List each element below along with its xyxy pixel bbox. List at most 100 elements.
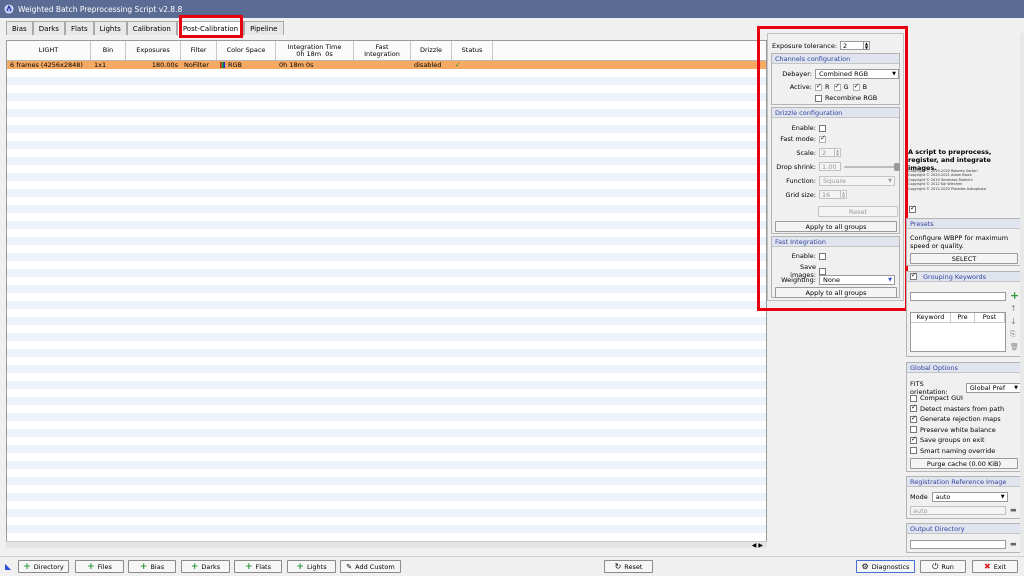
- table-row-empty: [7, 517, 766, 525]
- table-row-empty: [7, 421, 766, 429]
- grouping-checkbox[interactable]: [910, 271, 917, 280]
- horizontal-scrollbar[interactable]: ◀▶: [6, 541, 767, 549]
- copyright-line: Copyright © 2012-2020 Pleiades Astrophot…: [908, 186, 986, 191]
- fi-apply-button[interactable]: Apply to all groups: [775, 287, 897, 298]
- function-select[interactable]: Square ▼: [819, 176, 895, 186]
- kw-col-post[interactable]: Post: [975, 313, 1005, 322]
- scale-input[interactable]: 2: [819, 148, 835, 157]
- g-checkbox[interactable]: [833, 82, 841, 91]
- output-directory-title: Output Directory: [907, 524, 1021, 534]
- resize-corner-icon[interactable]: ◣: [5, 562, 11, 571]
- reset-button[interactable]: ↻ Reset: [604, 560, 653, 573]
- col-drizzle[interactable]: Drizzle: [411, 41, 452, 60]
- vertical-scrollbar[interactable]: [1020, 33, 1024, 553]
- rgb-icon: [220, 62, 225, 68]
- move-up-icon[interactable]: ↑: [1010, 304, 1017, 313]
- tab-pipeline[interactable]: Pipeline: [244, 21, 284, 35]
- purge-cache-button[interactable]: Purge cache (0.00 KiB): [910, 458, 1018, 469]
- col-status[interactable]: Status: [452, 41, 493, 60]
- exposure-spinner-icon[interactable]: ▲ ▼: [864, 41, 871, 50]
- drizzle-apply-button[interactable]: Apply to all groups: [775, 221, 897, 232]
- tab-lights[interactable]: Lights: [93, 21, 127, 35]
- debayer-select[interactable]: Combined RGB ▼: [815, 69, 899, 79]
- move-down-icon[interactable]: ↓: [1010, 317, 1017, 326]
- add-files-button[interactable]: + Files: [75, 560, 124, 573]
- scroll-arrows-icon[interactable]: ◀▶: [752, 542, 765, 549]
- grid-size-input[interactable]: 16: [819, 190, 841, 199]
- col-integration-time[interactable]: Integration Time 0h 18m 0s: [276, 41, 354, 60]
- diagnostics-button[interactable]: ⚙ Diagnostics: [856, 560, 915, 573]
- fits-orientation-select[interactable]: Global Pref ▼: [965, 383, 1021, 393]
- col-fast-integration[interactable]: Fast Integration: [354, 41, 411, 60]
- chevron-down-icon: ▼: [1000, 494, 1005, 500]
- table-row-empty: [7, 453, 766, 461]
- tab-flats[interactable]: Flats: [64, 21, 94, 35]
- logo-checkbox[interactable]: [909, 204, 916, 213]
- smart-naming-checkbox[interactable]: [910, 447, 917, 455]
- tab-post-calibration[interactable]: Post-Calibration: [176, 21, 245, 36]
- table-row-empty: [7, 133, 766, 141]
- output-directory-input[interactable]: [910, 540, 1006, 549]
- exposure-tolerance-input[interactable]: 2: [840, 41, 865, 50]
- drizzle-reset-button[interactable]: Reset: [818, 206, 898, 217]
- exit-button[interactable]: ✖ Exit: [972, 560, 1018, 573]
- fast-mode-checkbox[interactable]: [819, 134, 826, 143]
- col-color-space[interactable]: Color Space: [217, 41, 276, 60]
- scale-spinner-icon[interactable]: ▲ ▼: [835, 148, 841, 157]
- col-exposures[interactable]: Exposures: [126, 41, 181, 60]
- table-row[interactable]: 6 frames (4256x2848) 1x1 180.00s NoFilte…: [7, 61, 766, 69]
- add-darks-label: Darks: [201, 562, 221, 571]
- add-lights-button[interactable]: + Lights: [287, 560, 336, 573]
- drizzle-enable-checkbox[interactable]: [819, 124, 826, 132]
- tab-darks[interactable]: Darks: [32, 21, 65, 35]
- white-balance-checkbox[interactable]: [910, 426, 917, 434]
- rejection-maps-checkbox[interactable]: [910, 414, 917, 423]
- grid-spinner-icon[interactable]: ▲ ▼: [841, 190, 847, 199]
- keyword-input[interactable]: [910, 292, 1006, 301]
- cell-light: 6 frames (4256x2848): [10, 61, 83, 69]
- recombine-checkbox[interactable]: [815, 94, 822, 102]
- r-checkbox[interactable]: [815, 82, 822, 91]
- save-groups-checkbox[interactable]: [910, 435, 917, 444]
- col-bin[interactable]: Bin: [91, 41, 126, 60]
- copy-icon[interactable]: ⎘: [1010, 330, 1016, 339]
- fi-enable-checkbox[interactable]: [819, 252, 826, 260]
- add-custom-button[interactable]: ✎ Add Custom: [340, 560, 401, 573]
- frames-table[interactable]: LIGHT Bin Exposures Filter Color Space I…: [6, 40, 767, 548]
- add-keyword-icon[interactable]: +: [1010, 289, 1019, 302]
- drop-shrink-input[interactable]: 1.00: [819, 162, 841, 171]
- drop-shrink-slider[interactable]: [844, 162, 900, 171]
- fi-save-checkbox[interactable]: [819, 267, 826, 275]
- run-button[interactable]: ⏻ Run: [920, 560, 966, 573]
- b-checkbox[interactable]: [852, 82, 860, 91]
- table-row-empty: [7, 101, 766, 109]
- weighting-select[interactable]: None ▼: [819, 275, 895, 285]
- compact-gui-checkbox[interactable]: [910, 394, 917, 402]
- add-bias-button[interactable]: + Bias: [128, 560, 176, 573]
- col-filter[interactable]: Filter: [181, 41, 217, 60]
- detect-masters-checkbox[interactable]: [910, 403, 917, 413]
- col-light[interactable]: LIGHT: [7, 41, 91, 60]
- add-directory-button[interactable]: + Directory: [18, 560, 69, 573]
- folder-icon[interactable]: ▬: [1010, 540, 1017, 548]
- tab-bias[interactable]: Bias: [6, 21, 33, 35]
- mode-select[interactable]: auto ▼: [931, 492, 1008, 502]
- slider-knob[interactable]: [894, 162, 900, 171]
- exit-icon: ✖: [983, 562, 991, 571]
- kw-col-keyword[interactable]: Keyword: [911, 313, 951, 322]
- reference-path-input[interactable]: auto: [910, 506, 1006, 515]
- post-calibration-panel: Exposure tolerance: 2 ▲ ▼ Channels config…: [767, 33, 904, 301]
- add-darks-button[interactable]: + Darks: [181, 560, 230, 573]
- kw-col-pre[interactable]: Pre: [951, 313, 975, 322]
- tab-calibration[interactable]: Calibration: [126, 21, 177, 35]
- table-row-empty: [7, 485, 766, 493]
- cell-exposures: 180.00s: [151, 61, 178, 69]
- folder-icon[interactable]: ▬: [1010, 506, 1017, 514]
- add-lights-label: Lights: [306, 562, 327, 571]
- keywords-table[interactable]: Keyword Pre Post: [910, 312, 1006, 352]
- table-row-empty: [7, 357, 766, 365]
- presets-select-button[interactable]: SELECT: [910, 253, 1018, 264]
- add-flats-button[interactable]: + Flats: [234, 560, 282, 573]
- trash-icon[interactable]: 🗑: [1010, 343, 1019, 351]
- plus-icon: +: [296, 561, 304, 572]
